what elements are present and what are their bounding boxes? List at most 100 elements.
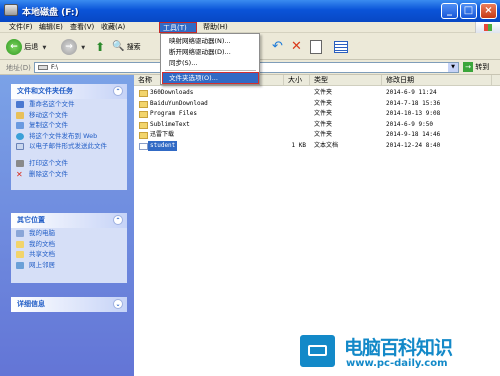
file-row[interactable]: Program Files 文件夹 2014-10-13 9:08 (134, 109, 500, 120)
file-row-selected[interactable]: student 1 KB 文本文档 2014-12-24 8:40 (134, 140, 500, 151)
synchronize-item[interactable]: 同步(S)... (163, 58, 258, 68)
go-label: 转到 (475, 63, 490, 71)
go-button[interactable]: → 转到 (463, 62, 498, 73)
documents-folder-icon (16, 240, 24, 248)
task-pane: 文件和文件夹任务 ⌃ 重命名这个文件 移动这个文件 复制这个文件 将这个文件发布… (0, 75, 134, 376)
publish-web-link[interactable]: 将这个文件发布到 Web (11, 131, 127, 142)
chevron-down-icon[interactable]: ▼ (448, 63, 458, 72)
file-row[interactable]: 迅雷下载 文件夹 2014-9-18 14:46 (134, 130, 500, 141)
menu-view[interactable]: 查看(V) (67, 22, 97, 33)
file-name: Program Files (150, 110, 197, 117)
column-size[interactable]: 大小 (284, 75, 310, 86)
folder-icon (139, 111, 148, 118)
chevron-down-icon[interactable]: ▼ (81, 45, 85, 51)
menu-help[interactable]: 帮助(H) (200, 22, 231, 33)
print-file-link[interactable]: 打印这个文件 (11, 158, 127, 169)
file-size: 1 KB (291, 141, 306, 149)
text-file-icon (139, 142, 148, 150)
computer-icon (16, 230, 24, 237)
email-icon (16, 143, 24, 150)
file-type: 文件夹 (314, 131, 333, 138)
file-row[interactable]: 360Downloads 文件夹 2014-6-9 11:24 (134, 88, 500, 99)
disconnect-network-drive-item[interactable]: 断开网络驱动器(D)... (163, 47, 258, 57)
menu-bar: 文件(F) 编辑(E) 查看(V) 收藏(A) 工具(T) 帮助(H) (0, 22, 500, 33)
menu-edit[interactable]: 编辑(E) (36, 22, 66, 33)
chevron-up-icon[interactable]: ⌃ (113, 215, 123, 225)
move-file-link[interactable]: 移动这个文件 (11, 110, 127, 121)
delete-icon: ✕ (16, 169, 23, 179)
delete-button[interactable]: ✕ (291, 38, 305, 56)
folder-icon (139, 90, 148, 97)
monitor-logo-icon (298, 333, 337, 369)
other-places-header[interactable]: 其它位置 ⌃ (11, 213, 127, 228)
file-date: 2014-6-9 9:50 (386, 120, 433, 128)
globe-icon (16, 132, 24, 140)
properties-button[interactable] (310, 38, 324, 56)
watermark-brand: 电脑百科知识 (344, 337, 453, 359)
file-date: 2014-6-9 11:24 (386, 89, 437, 96)
address-value: F:\ (51, 64, 59, 71)
network-icon (16, 261, 24, 269)
my-documents-link[interactable]: 我的文档 (11, 239, 127, 250)
map-network-drive-item[interactable]: 映射网络驱动器(N)... (163, 36, 258, 46)
column-date[interactable]: 修改日期 (382, 75, 492, 86)
maximize-button[interactable]: □ (460, 3, 477, 19)
file-name: student (148, 140, 178, 151)
file-name: 360Downloads (150, 89, 194, 96)
details-header[interactable]: 详细信息 ⌄ (11, 297, 127, 312)
tools-menu-dropdown: 映射网络驱动器(N)... 断开网络驱动器(D)... 同步(S)... 文件夹… (160, 33, 260, 85)
minimize-button[interactable]: _ (441, 3, 458, 19)
chevron-down-icon[interactable]: ▼ (42, 45, 46, 51)
column-type[interactable]: 类型 (310, 75, 382, 86)
back-label: 后退 (24, 43, 39, 51)
copy-file-link[interactable]: 复制这个文件 (11, 120, 127, 131)
address-label: 地址(D) (6, 64, 31, 72)
my-computer-link[interactable]: 我的电脑 (11, 228, 127, 239)
windows-logo-icon (475, 22, 500, 33)
file-tasks-title: 文件和文件夹任务 (17, 87, 73, 95)
details-panel: 详细信息 ⌄ (11, 297, 127, 312)
file-name: 迅雷下载 (150, 131, 175, 138)
undo-button[interactable]: ↶ (272, 38, 286, 56)
forward-button[interactable]: → ▼ (61, 38, 85, 56)
shared-documents-link[interactable]: 共享文档 (11, 249, 127, 260)
file-date: 2014-7-18 15:36 (386, 99, 441, 107)
watermark: 电脑百科知识 www.pc-daily.com (296, 331, 500, 376)
file-type: 文件夹 (314, 110, 333, 117)
menu-file[interactable]: 文件(F) (6, 22, 36, 33)
delete-file-link[interactable]: ✕ 删除这个文件 (11, 169, 127, 180)
copy-icon (16, 122, 24, 129)
search-label: 搜索 (126, 43, 141, 51)
search-button[interactable]: 🔍 搜索 (112, 38, 141, 56)
chevron-down-icon[interactable]: ⌄ (113, 299, 123, 309)
views-button[interactable] (334, 38, 354, 56)
title-bar: 本地磁盘 (F:) _ □ × (0, 0, 500, 22)
rename-file-link[interactable]: 重命名这个文件 (11, 99, 127, 110)
folder-icon (139, 132, 148, 139)
close-button[interactable]: × (480, 3, 497, 19)
other-places-panel: 其它位置 ⌃ 我的电脑 我的文档 共享文档 网上邻居 (11, 213, 127, 283)
file-type: 文件夹 (314, 89, 333, 96)
back-arrow-icon: ← (6, 39, 22, 55)
menu-separator (165, 70, 256, 71)
file-row[interactable]: BaiduYunDownload 文件夹 2014-7-18 15:36 (134, 99, 500, 110)
file-row[interactable]: SublimeText 文件夹 2014-6-9 9:50 (134, 120, 500, 131)
chevron-up-icon[interactable]: ⌃ (113, 86, 123, 96)
properties-icon (310, 40, 322, 54)
file-tasks-header[interactable]: 文件和文件夹任务 ⌃ (11, 84, 127, 99)
up-folder-button[interactable]: ⬆ (92, 38, 108, 56)
go-arrow-icon: → (463, 62, 473, 72)
menu-tools[interactable]: 工具(T) (159, 22, 197, 33)
file-type: 文件夹 (314, 99, 333, 107)
folder-options-item[interactable]: 文件夹选项(O)... (162, 72, 259, 84)
back-button[interactable]: ← 后退 ▼ (6, 38, 46, 56)
menu-favorites[interactable]: 收藏(A) (98, 22, 128, 33)
network-places-link[interactable]: 网上邻居 (11, 260, 127, 271)
search-icon: 🔍 (112, 41, 125, 52)
printer-icon (16, 160, 24, 167)
folder-icon (139, 100, 148, 108)
other-places-title: 其它位置 (17, 216, 45, 224)
file-name: SublimeText (150, 120, 190, 128)
file-date: 2014-9-18 14:46 (386, 131, 441, 138)
email-file-link[interactable]: 以电子邮件形式发送此文件 (11, 141, 127, 158)
